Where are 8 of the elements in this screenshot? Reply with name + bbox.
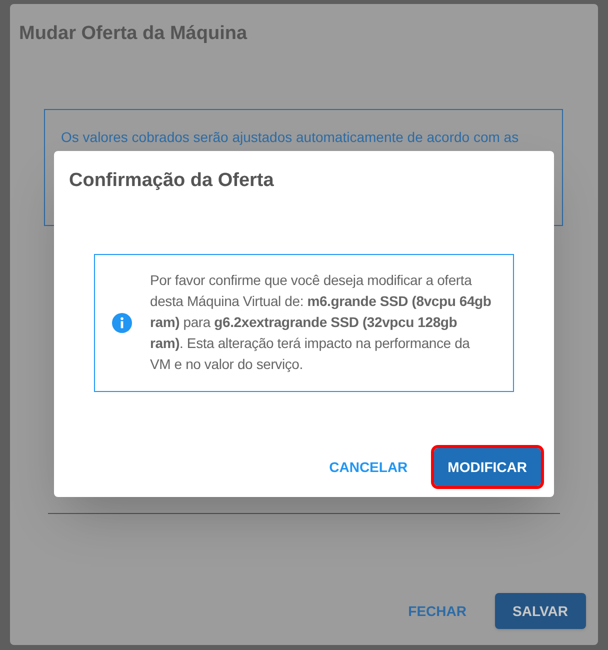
info-icon xyxy=(112,312,132,332)
dialog-title: Mudar Oferta da Máquina xyxy=(19,22,248,46)
primary-button[interactable]: MODIFICAR xyxy=(434,448,541,486)
primary-button[interactable]: SALVAR xyxy=(494,593,586,629)
notice-text: Os valores cobrados serão ajustados automaticamente de acordo com as xyxy=(61,128,520,147)
confirmation-message: Por favor confirme que você deseja modificar a oferta desta Máquina Virtual de: m6.grande SSD (8vcpu 64gb ram) para g6.2xextragrande SSD (32vpcu 128gb ram). Esta alteração terá impacto na performance da VM e no valor do serviço. xyxy=(150,271,492,374)
text-button[interactable]: CANCELAR xyxy=(327,449,410,485)
dialog-title: Confirmação da Oferta xyxy=(69,169,275,193)
